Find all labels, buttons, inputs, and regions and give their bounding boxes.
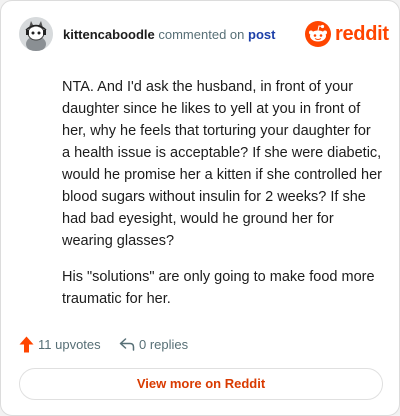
avatar[interactable] <box>19 17 53 51</box>
comment-paragraph: His "solutions" are only going to make f… <box>62 269 375 307</box>
post-link[interactable]: post <box>248 27 275 42</box>
upvote-icon <box>19 336 34 353</box>
comment-meta: kittencaboodle commented on post <box>63 27 275 42</box>
reddit-logo[interactable]: reddit <box>305 21 389 49</box>
username-link[interactable]: kittencaboodle <box>63 27 155 42</box>
comment-actions: 11 upvotes 0 replies <box>19 335 379 355</box>
comment-embed-card: kittencaboodle commented on post reddit … <box>0 0 400 416</box>
replies-count: 0 replies <box>139 337 189 352</box>
comment-header: kittencaboodle commented on post reddit <box>19 17 389 53</box>
reddit-snoo-icon <box>305 21 331 47</box>
replies-button[interactable]: 0 replies <box>119 335 219 355</box>
upvote-button[interactable]: 11 upvotes <box>19 335 119 355</box>
reply-icon <box>119 338 135 351</box>
reddit-wordmark: reddit <box>335 23 389 45</box>
comment-paragraph: NTA. And I'd ask the husband, in front o… <box>62 79 382 249</box>
commented-on-text: commented on <box>158 27 245 42</box>
view-more-button[interactable]: View more on Reddit <box>19 368 383 400</box>
comment-body: NTA. And I'd ask the husband, in front o… <box>62 76 382 324</box>
upvote-count: 11 upvotes <box>38 337 101 352</box>
